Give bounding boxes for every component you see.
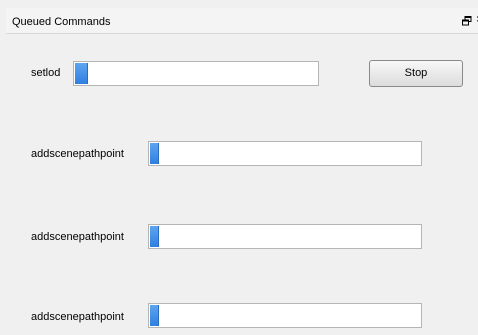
panel-title: Queued Commands — [12, 16, 111, 28]
command-progress-bar — [148, 303, 422, 328]
stop-button[interactable]: Stop — [369, 60, 463, 87]
command-progress-fill — [150, 226, 159, 247]
command-progress-fill — [75, 63, 88, 84]
command-progress-bar — [148, 224, 422, 249]
command-label-setlod: setlod — [31, 67, 61, 79]
command-progress-bar — [148, 141, 422, 166]
queued-commands-panel: Queued Commands × setlod Stop addscenepa… — [0, 0, 478, 335]
command-progress-bar — [73, 61, 319, 86]
command-label-addscenepathpoint: addscenepathpoint — [31, 148, 124, 160]
panel-titlebar[interactable]: Queued Commands × — [6, 8, 478, 34]
command-progress-fill — [150, 305, 159, 326]
restore-window-icon[interactable] — [462, 16, 472, 26]
command-label-addscenepathpoint: addscenepathpoint — [31, 311, 124, 323]
command-label-addscenepathpoint: addscenepathpoint — [31, 231, 124, 243]
command-progress-fill — [150, 143, 159, 164]
